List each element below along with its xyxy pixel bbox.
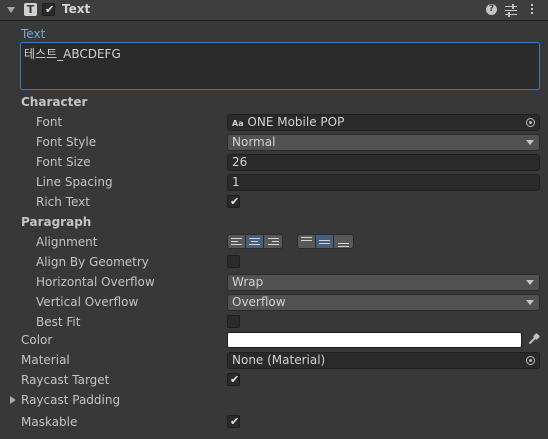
raycast-target-label: Raycast Target	[21, 373, 110, 387]
component-title: Text	[62, 2, 91, 16]
horizontal-overflow-dropdown[interactable]: Wrap	[227, 274, 540, 291]
align-left-button[interactable]	[227, 234, 246, 249]
font-style-label: Font Style	[36, 135, 97, 149]
best-fit-label: Best Fit	[36, 315, 81, 329]
chevron-down-icon	[526, 140, 534, 145]
vertical-overflow-value: Overflow	[232, 295, 286, 309]
checkmark-icon: ✔	[230, 415, 240, 428]
align-center-button[interactable]	[245, 234, 264, 249]
checkmark-icon: ✔	[230, 373, 240, 386]
align-middle-button[interactable]	[315, 234, 334, 249]
checkmark-icon: ✔	[230, 195, 240, 208]
align-by-geometry-label: Align By Geometry	[36, 255, 149, 269]
raycast-padding-label[interactable]: Raycast Padding	[21, 393, 120, 407]
foldout-arrow-icon[interactable]	[7, 7, 15, 13]
vertical-overflow-dropdown[interactable]: Overflow	[227, 294, 540, 311]
help-icon[interactable]: ?	[486, 4, 497, 15]
text-input-value: 테스트_ABCDEFG	[24, 47, 121, 61]
checkmark-icon: ✔	[45, 3, 55, 16]
best-fit-checkbox[interactable]	[227, 315, 240, 328]
alignment-label: Alignment	[36, 235, 98, 249]
font-size-label: Font Size	[36, 155, 91, 169]
align-top-button[interactable]	[297, 234, 316, 249]
material-label: Material	[21, 353, 70, 367]
align-by-geometry-checkbox[interactable]	[227, 255, 240, 268]
font-value: ONE Mobile POP	[247, 115, 345, 129]
horizontal-overflow-value: Wrap	[232, 275, 264, 289]
text-input-area[interactable]: 테스트_ABCDEFG	[20, 42, 540, 90]
preset-icon[interactable]	[505, 4, 517, 17]
text-field-label: Text	[21, 27, 46, 41]
font-asset-icon: Aa	[232, 119, 244, 128]
horizontal-overflow-label: Horizontal Overflow	[36, 275, 155, 289]
text-component-icon: T	[24, 3, 37, 16]
color-swatch-field[interactable]	[227, 332, 522, 348]
color-label: Color	[21, 333, 53, 347]
paragraph-heading: Paragraph	[21, 215, 92, 229]
component-header: T ✔ Text ?	[0, 0, 548, 21]
material-value: None (Material)	[232, 353, 326, 367]
raycast-target-checkbox[interactable]: ✔	[227, 373, 240, 386]
material-object-field[interactable]: None (Material)	[227, 352, 540, 369]
chevron-down-icon	[526, 300, 534, 305]
chevron-down-icon	[526, 280, 534, 285]
character-heading: Character	[21, 95, 88, 109]
font-object-field[interactable]: Aa ONE Mobile POP	[227, 114, 540, 131]
maskable-checkbox[interactable]: ✔	[227, 415, 240, 428]
raycast-padding-foldout-icon[interactable]	[10, 396, 16, 404]
font-label: Font	[36, 115, 63, 129]
vertical-overflow-label: Vertical Overflow	[36, 295, 139, 309]
align-bottom-button[interactable]	[333, 234, 354, 249]
align-right-button[interactable]	[263, 234, 283, 249]
maskable-label: Maskable	[21, 415, 78, 429]
rich-text-checkbox[interactable]: ✔	[227, 195, 240, 208]
object-picker-icon[interactable]	[526, 356, 535, 365]
line-spacing-field[interactable]: 1	[227, 174, 540, 191]
line-spacing-label: Line Spacing	[36, 175, 113, 189]
font-size-field[interactable]: 26	[227, 154, 540, 171]
kebab-menu-icon[interactable]	[530, 4, 534, 16]
font-style-dropdown[interactable]: Normal	[227, 134, 540, 151]
component-enabled-checkbox[interactable]: ✔	[42, 3, 55, 16]
object-picker-icon[interactable]	[526, 118, 535, 127]
eyedropper-icon[interactable]	[526, 332, 541, 347]
font-style-value: Normal	[232, 135, 276, 149]
rich-text-label: Rich Text	[36, 195, 90, 209]
